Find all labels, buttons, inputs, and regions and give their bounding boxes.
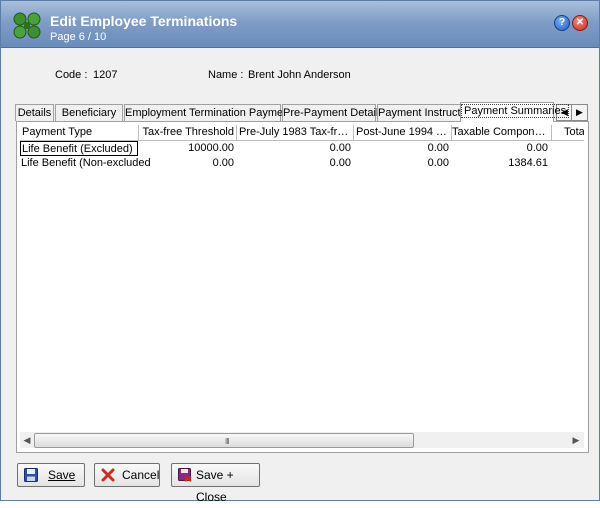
cancel-button[interactable]: Cancel — [94, 463, 160, 487]
edit-employee-terminations-window: Edit Employee Terminations Page 6 / 10 ?… — [0, 0, 600, 504]
cell-tax-free-threshold[interactable]: 10000.00 — [138, 141, 234, 156]
save-button-label: Save — [48, 468, 76, 482]
scroll-thumb[interactable]: III — [34, 433, 414, 448]
tab-scroll-right-icon[interactable]: ▶ — [571, 104, 588, 121]
name-label: Name : — [208, 69, 244, 81]
column-header-payment-type[interactable]: Payment Type — [20, 125, 139, 140]
scroll-grip: III — [225, 437, 230, 446]
cancel-button-label: Cancel — [122, 468, 160, 482]
column-header-tax-free-threshold[interactable]: Tax-free Threshold — [138, 125, 237, 140]
cell-pre-july-1983[interactable]: 0.00 — [237, 141, 351, 156]
column-header-total[interactable]: Tota — [552, 125, 584, 140]
tab-payment-summaries[interactable]: Payment Summaries — [460, 102, 570, 122]
app-logo-icon — [13, 12, 41, 39]
name-value: Brent John Anderson — [248, 69, 351, 81]
save-close-button[interactable]: Save + Close — [171, 463, 260, 504]
cell-payment-type[interactable]: Life Benefit (Non-excluded) — [20, 156, 151, 171]
scroll-left-icon[interactable]: ◀ — [21, 434, 33, 446]
table-row[interactable]: Life Benefit (Non-excluded) 0.00 0.00 0.… — [20, 156, 584, 171]
cell-pre-july-1983[interactable]: 0.00 — [237, 156, 351, 171]
scroll-right-icon[interactable]: ▶ — [570, 434, 582, 446]
grid-header: Payment Type Tax-free Threshold Pre-July… — [20, 125, 584, 141]
cell-payment-type[interactable]: Life Benefit (Excluded) — [20, 141, 138, 156]
cell-tax-free-threshold[interactable]: 0.00 — [138, 156, 234, 171]
tab-strip: Details Beneficiary Employment Terminati… — [15, 102, 588, 122]
tab-pre-payment-details[interactable]: Pre-Payment Details — [282, 104, 384, 121]
save-close-icon — [178, 468, 192, 482]
tab-employment-termination-payments[interactable]: Employment Termination Payments — [124, 104, 298, 121]
tab-beneficiary[interactable]: Beneficiary — [55, 104, 123, 121]
cell-post-june-1994[interactable]: 0.00 — [354, 156, 449, 171]
close-icon[interactable]: ✕ — [572, 15, 588, 31]
title-bar: Edit Employee Terminations Page 6 / 10 ?… — [1, 1, 599, 48]
code-label: Code : — [55, 69, 88, 81]
floppy-disk-icon — [24, 468, 38, 482]
horizontal-scrollbar[interactable]: ◀ III ▶ — [20, 432, 584, 448]
save-close-button-label: Save + Close — [196, 468, 234, 504]
cell-post-june-1994[interactable]: 0.00 — [354, 141, 449, 156]
tab-payment-summaries-label: Payment Summaries — [461, 104, 570, 118]
payment-summaries-grid[interactable]: Payment Type Tax-free Threshold Pre-July… — [20, 125, 584, 432]
help-icon[interactable]: ? — [554, 15, 570, 31]
payment-summaries-panel: Payment Type Tax-free Threshold Pre-July… — [16, 121, 589, 453]
cell-taxable-component[interactable]: 0.00 — [452, 141, 548, 156]
column-header-taxable-component[interactable]: Taxable Component — [452, 125, 552, 140]
tab-payment-instructions[interactable]: Payment Instructions — [377, 104, 481, 121]
table-row[interactable]: Life Benefit (Excluded) 10000.00 0.00 0.… — [20, 141, 584, 156]
window-title: Edit Employee Terminations — [50, 13, 238, 29]
column-header-post-june-1994[interactable]: Post-June 1994 Tax... — [354, 125, 452, 140]
cell-taxable-component[interactable]: 1384.61 — [452, 156, 548, 171]
column-header-pre-july-1983[interactable]: Pre-July 1983 Tax-free A... — [237, 125, 354, 140]
page-indicator: Page 6 / 10 — [50, 31, 107, 43]
red-x-icon — [101, 468, 115, 482]
code-value: 1207 — [93, 69, 118, 81]
tab-details[interactable]: Details — [15, 104, 54, 121]
save-button[interactable]: Save — [17, 463, 85, 487]
